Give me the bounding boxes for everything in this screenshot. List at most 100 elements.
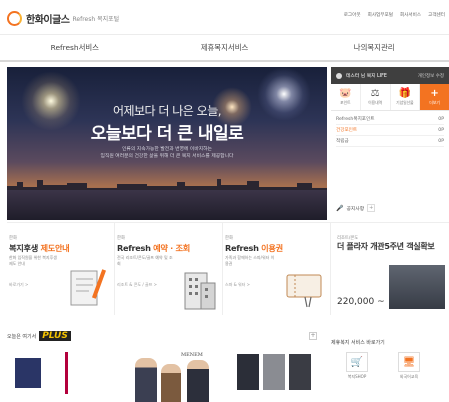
- product-card[interactable]: [235, 352, 315, 402]
- notebook-pen-icon: [70, 269, 107, 306]
- microphone-icon: 🎤: [336, 204, 344, 212]
- plus-title-row: 오늘은 여기서 PLUS +: [7, 331, 317, 341]
- card-title-b: 제도안내: [40, 243, 70, 253]
- brand-logo[interactable]: 한화이글스 Refresh 복지포털: [7, 9, 119, 27]
- main-nav: Refresh서비스 제휴복지서비스 나의복지관리: [0, 34, 449, 62]
- shop-icon: 🛒: [346, 352, 368, 372]
- card-category: 한화: [117, 236, 125, 241]
- brand-sub: Refresh 복지포털: [72, 15, 120, 23]
- points-row[interactable]: 건강포인트 0P: [336, 125, 444, 136]
- user-greeting: 테스터 님 복지 LIFE: [346, 74, 387, 79]
- product-pen: [65, 352, 68, 394]
- nav-partner-service[interactable]: 제휴복지서비스: [150, 35, 300, 60]
- card-category: 한화: [9, 236, 17, 241]
- card-more-link[interactable]: 리조트 & 콘도 / 골프 >: [117, 282, 169, 288]
- partner-education[interactable]: 🖥 외국어교육: [389, 352, 429, 380]
- user-panel: 테스터 님 복지 LIFE 개인정보 수정 🐷 포인트 ⚖ 이용내역 🎁 기념일…: [331, 67, 449, 220]
- plus-more-icon[interactable]: +: [309, 332, 317, 340]
- gift-icon: 🎁: [398, 88, 412, 99]
- plus-section: 오늘은 여기서 PLUS + MENEM: [7, 331, 317, 402]
- quick-history[interactable]: ⚖ 이용내역: [361, 84, 391, 110]
- plus-icon[interactable]: +: [367, 204, 376, 212]
- points-value: 0P: [438, 138, 444, 144]
- quick-label: 기념일선물: [396, 100, 414, 105]
- nav-my-welfare[interactable]: 나의복지관리: [299, 35, 449, 60]
- product-badge: [15, 358, 41, 388]
- card-title: Refresh 이용권: [225, 242, 283, 254]
- plus-logo: PLUS: [39, 331, 71, 341]
- partner-icons: 🛒 복지SHOP 🖥 외국어교육: [331, 352, 449, 380]
- card-refresh-reservation[interactable]: 한화 Refresh 예약 · 조회 전국 리조트/콘도/골프 예약 및 조회 …: [115, 223, 223, 315]
- product-card[interactable]: MENEM: [129, 352, 225, 402]
- notice-label: 공지사항: [346, 206, 365, 212]
- service-cards: 한화 복지후생 제도안내 한화 임직원을 위한 복지후생제도 안내 바로가기 >…: [7, 222, 449, 315]
- notice-link[interactable]: 🎤 공지사항 +: [336, 204, 376, 212]
- product-card[interactable]: [57, 352, 77, 402]
- hero-description: 인류의 지속가능한 발전과 번영에 이바지하는 임직원 여러분의 건강한 삶을 …: [7, 146, 327, 160]
- jacket-image: [237, 354, 259, 390]
- piggy-bank-icon: 🐷: [339, 88, 352, 99]
- hero-headline-2: 오늘보다 더 큰 내일로: [90, 124, 244, 144]
- points-label: Refresh복지포인트: [336, 117, 375, 122]
- river: [7, 190, 327, 220]
- product-card[interactable]: [15, 352, 55, 402]
- hero-banner[interactable]: 어제보다 더 나은 오늘, 오늘보다 더 큰 내일로 인류의 지속가능한 발전과…: [7, 67, 327, 220]
- util-service[interactable]: 회사서비스: [400, 12, 421, 18]
- quick-menu: 🐷 포인트 ⚖ 이용내역 🎁 기념일선물 + 더보기: [331, 84, 449, 111]
- education-icon: 🖥: [398, 352, 420, 372]
- card-welfare-guide[interactable]: 한화 복지후생 제도안내 한화 임직원을 위한 복지후생제도 안내 바로가기 >: [7, 223, 115, 315]
- card-more-link[interactable]: 스파 & 워터 >: [225, 282, 250, 288]
- top-bar: 한화이글스 Refresh 복지포털 로그아웃 회사업무포털 회사서비스 고객센…: [0, 0, 449, 34]
- card-desc: 가족과 함께하는 스파/워터 이용권: [225, 255, 275, 266]
- jacket-image: [289, 354, 311, 390]
- hero-desc-line-1: 인류의 지속가능한 발전과 번영에 이바지하는: [122, 147, 212, 152]
- util-portal[interactable]: 회사업무포털: [368, 12, 393, 18]
- scale-icon: ⚖: [370, 88, 380, 99]
- card-desc: 전국 리조트/콘도/골프 예약 및 조회: [117, 255, 173, 266]
- card-desc: 한화 임직원을 위한 복지후생제도 안내: [9, 255, 57, 266]
- card-title-a: 복지후생: [9, 243, 41, 253]
- quick-more[interactable]: + 더보기: [420, 84, 449, 110]
- hotel-image: [389, 265, 445, 309]
- model-image: [135, 358, 157, 402]
- model-image: [161, 364, 181, 402]
- hero-desc-line-2: 임직원 여러분의 건강한 삶을 위해 더 큰 복지 서비스를 제공합니다: [100, 154, 234, 159]
- brand-name: 한화이글스: [26, 14, 70, 26]
- partner-section: 제휴복지 서비스 바로가기 🛒 복지SHOP 🖥 외국어교육: [331, 339, 449, 402]
- edit-profile-link[interactable]: 개인정보 수정: [418, 73, 449, 79]
- nav-refresh-service[interactable]: Refresh서비스: [0, 35, 150, 60]
- ticket-icon: [286, 274, 322, 308]
- partner-label: 외국어교육: [399, 374, 419, 379]
- building-icon: [184, 272, 216, 310]
- card-title: 복지후생 제도안내: [9, 242, 70, 254]
- card-title: Refresh 예약 · 조회: [117, 242, 190, 254]
- points-list: Refresh복지포인트 0P 건강포인트 0P 적립금 0P: [331, 111, 449, 147]
- card-category: 리조트/콘도: [337, 236, 359, 241]
- points-row[interactable]: 적립금 0P: [336, 136, 444, 147]
- user-icon: [336, 72, 342, 79]
- plus-section-title: 오늘은 여기서: [7, 333, 37, 340]
- hero-headline-1: 어제보다 더 나은 오늘,: [112, 104, 222, 118]
- quick-points[interactable]: 🐷 포인트: [331, 84, 361, 110]
- points-label: 적립금: [336, 139, 349, 144]
- points-value: 0P: [438, 116, 444, 122]
- points-row[interactable]: Refresh복지포인트 0P: [336, 114, 444, 125]
- quick-label: 더보기: [429, 100, 440, 105]
- util-cs[interactable]: 고객센터: [428, 12, 445, 18]
- add-icon: +: [430, 88, 439, 99]
- user-header: 테스터 님 복지 LIFE 개인정보 수정: [331, 67, 449, 84]
- util-logout[interactable]: 로그아웃: [344, 12, 361, 18]
- model-image: [187, 360, 209, 402]
- partner-shop[interactable]: 🛒 복지SHOP: [337, 352, 377, 380]
- product-brand: MENEM: [181, 352, 203, 358]
- card-refresh-ticket[interactable]: 한화 Refresh 이용권 가족과 함께하는 스파/워터 이용권 스파 & 워…: [223, 223, 331, 315]
- card-title-b: 예약 · 조회: [153, 243, 191, 253]
- card-category: 한화: [225, 236, 233, 241]
- quick-gift[interactable]: 🎁 기념일선물: [391, 84, 421, 110]
- card-more-link[interactable]: 바로가기 >: [9, 282, 28, 288]
- card-promo-plaza[interactable]: 리조트/콘도 더 플라자 개관5주년 객실확보 220,000 ~: [331, 223, 449, 315]
- card-title-b: 이용권: [261, 243, 283, 253]
- quick-label: 이용내역: [368, 100, 383, 105]
- partner-title: 제휴복지 서비스 바로가기: [331, 340, 385, 346]
- card-title: 더 플라자 개관5주년 객실확보: [337, 242, 435, 251]
